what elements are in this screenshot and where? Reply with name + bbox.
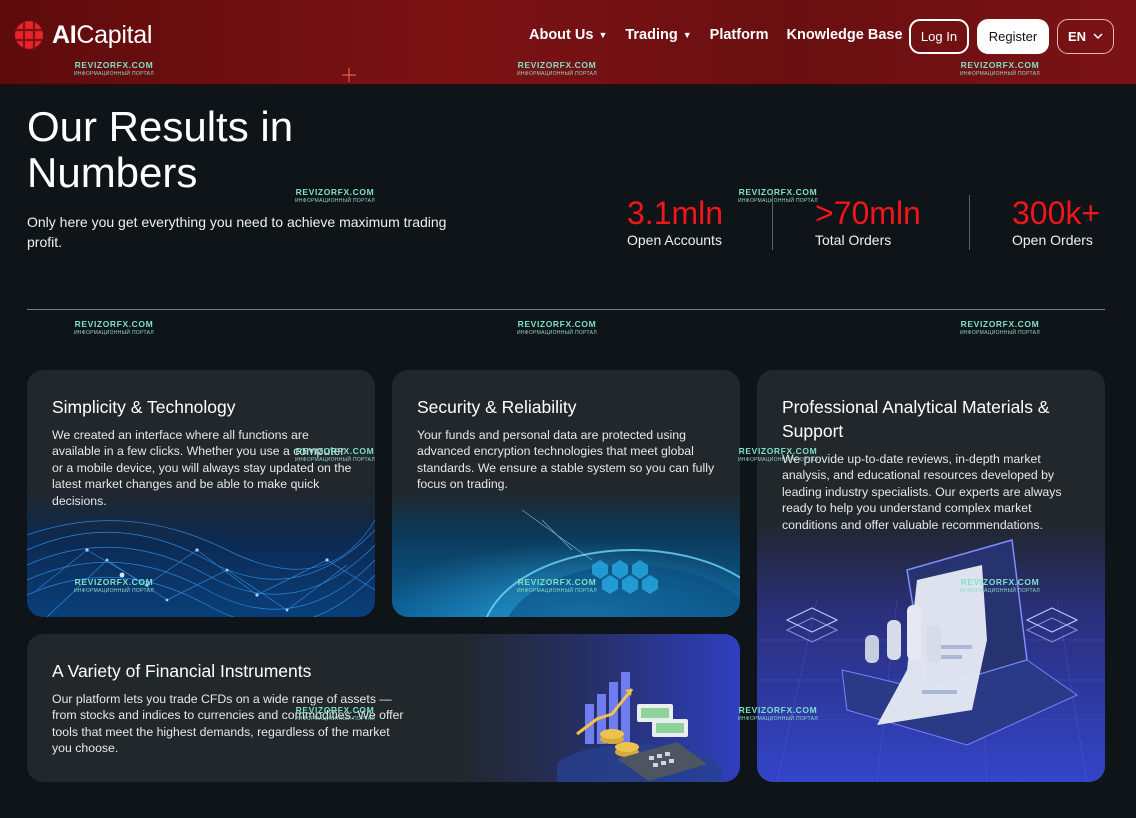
stat-value: 300k+ [1012, 195, 1101, 231]
card-text: We created an interface where all functi… [52, 428, 352, 508]
card-title: Simplicity & Technology [52, 397, 236, 417]
stat-label: Open Accounts [627, 232, 722, 248]
stat-open-accounts: 3.1mln Open Accounts [627, 195, 723, 248]
analytics-laptop-illustration [757, 520, 1105, 782]
nav-knowledge-base-label: Knowledge Base [786, 27, 903, 43]
watermark: REVIZORFX.COM ИНФОРМАЦИОННЫЙ ПОРТАЛ [517, 577, 597, 595]
finance-calculator-illustration [557, 672, 722, 782]
stat-value: 3.1mln [627, 195, 724, 231]
card-text: We provide up-to-date reviews, in-depth … [782, 452, 1062, 532]
chevron-down-icon [1093, 33, 1103, 40]
language-label: EN [1067, 29, 1087, 44]
main-nav: About Us ▼ Trading ▼ Platform Knowledge … [529, 27, 903, 43]
nav-platform-label: Platform [709, 27, 769, 43]
stat-total-orders: >70mln Total Orders [815, 195, 921, 248]
watermark: REVIZORFX.COM ИНФОРМАЦИОННЫЙ ПОРТАЛ [960, 319, 1040, 337]
nav-about-us-label: About Us [529, 27, 594, 43]
logo-globe-icon [14, 20, 44, 50]
logo[interactable]: AICapital [14, 20, 152, 50]
hero-subtitle: Only here you get everything you need to… [27, 214, 447, 250]
card-title: Professional Analytical Materials & Supp… [782, 397, 1050, 441]
stat-open-orders: 300k+ Open Orders [1012, 195, 1100, 248]
watermark: REVIZORFX.COM ИНФОРМАЦИОННЫЙ ПОРТАЛ [295, 187, 375, 205]
watermark: REVIZORFX.COM ИНФОРМАЦИОННЫЙ ПОРТАЛ [74, 319, 154, 337]
watermark: REVIZORFX.COM ИНФОРМАЦИОННЫЙ ПОРТАЛ [960, 577, 1040, 595]
card-title: Security & Reliability [417, 397, 577, 417]
digital-globe-illustration [392, 490, 740, 617]
stat-divider [772, 195, 773, 250]
caret-down-icon: ▼ [598, 30, 608, 40]
stat-value: >70mln [815, 195, 921, 231]
caret-down-icon: ▼ [682, 30, 692, 40]
watermark: REVIZORFX.COM ИНФОРМАЦИОННЫЙ ПОРТАЛ [960, 60, 1040, 78]
section-divider [27, 309, 1105, 310]
watermark: REVIZORFX.COM ИНФОРМАЦИОННЫЙ ПОРТАЛ [517, 319, 597, 337]
register-button[interactable]: Register [977, 19, 1049, 54]
watermark: REVIZORFX.COM ИНФОРМАЦИОННЫЙ ПОРТАЛ [738, 446, 818, 464]
logo-text: AICapital [52, 20, 153, 49]
card-text: Your funds and personal data are protect… [417, 428, 715, 492]
stat-divider [969, 195, 970, 250]
card-title: A Variety of Financial Instruments [52, 661, 312, 681]
watermark: REVIZORFX.COM ИНФОРМАЦИОННЫЙ ПОРТАЛ [738, 187, 818, 205]
watermark: REVIZORFX.COM ИНФОРМАЦИОННЫЙ ПОРТАЛ [738, 705, 818, 723]
stat-label: Total Orders [815, 232, 892, 248]
watermark: REVIZORFX.COM ИНФОРМАЦИОННЫЙ ПОРТАЛ [295, 446, 375, 464]
nav-trading[interactable]: Trading ▼ [625, 27, 691, 43]
page-title: Our Results in Numbers [27, 103, 294, 196]
watermark: REVIZORFX.COM ИНФОРМАЦИОННЫЙ ПОРТАЛ [74, 577, 154, 595]
nav-platform[interactable]: Platform [710, 27, 769, 43]
feature-card-instruments: A Variety of Financial Instruments Our p… [27, 634, 740, 782]
watermark: REVIZORFX.COM ИНФОРМАЦИОННЫЙ ПОРТАЛ [517, 60, 597, 78]
sparkle-icon [342, 68, 356, 82]
login-button[interactable]: Log In [909, 19, 969, 54]
stat-label: Open Orders [1012, 232, 1093, 248]
watermark: REVIZORFX.COM ИНФОРМАЦИОННЫЙ ПОРТАЛ [295, 705, 375, 723]
network-wave-illustration [27, 490, 375, 617]
watermark: REVIZORFX.COM ИНФОРМАЦИОННЫЙ ПОРТАЛ [74, 60, 154, 78]
nav-about-us[interactable]: About Us ▼ [529, 27, 607, 43]
nav-knowledge-base[interactable]: Knowledge Base [786, 27, 902, 43]
nav-trading-label: Trading [625, 27, 678, 43]
language-selector[interactable]: EN [1057, 19, 1114, 54]
